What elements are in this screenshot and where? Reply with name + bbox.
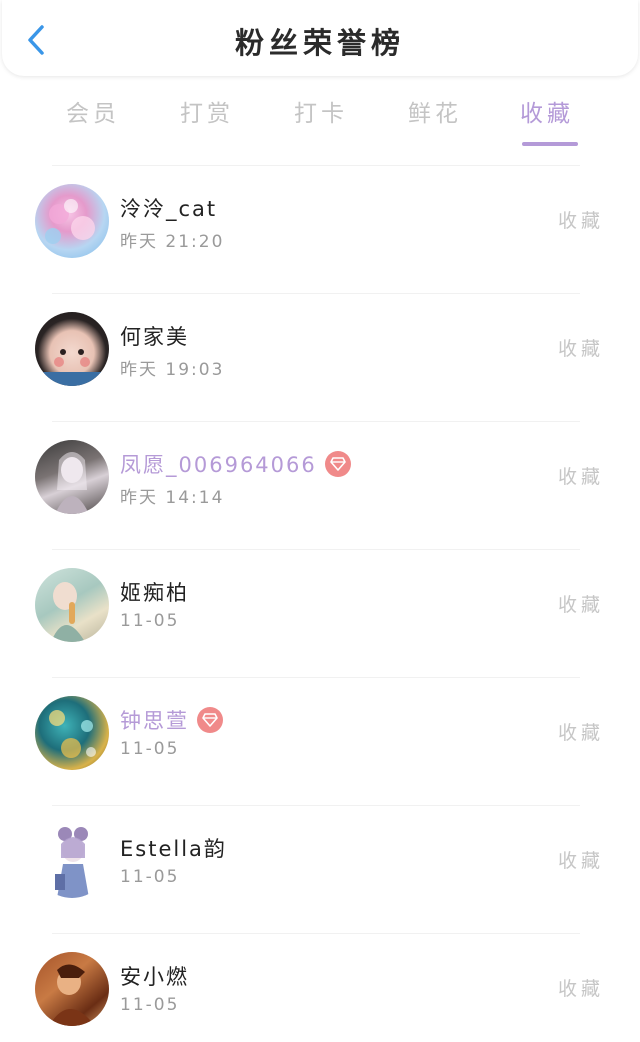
favorite-label: 收藏 [557,850,604,872]
fan-name: 安小燃 [120,965,189,989]
fan-name: 何家美 [120,325,189,349]
favorite-label: 收藏 [557,338,604,360]
favorite-label: 收藏 [557,466,604,488]
avatar[interactable] [35,184,109,258]
fan-row[interactable]: 钟思萱 11-05 收藏 [0,677,640,805]
tab-bar: 会员 打赏 打卡 鲜花 收藏 [0,88,640,148]
diamond-icon [329,457,346,471]
fan-time: 11-05 [120,867,180,887]
favorite-label: 收藏 [557,594,604,616]
fan-name: Estella韵 [120,837,227,861]
fan-time: 昨天 19:03 [120,360,225,380]
fan-row[interactable]: 凤愿_006964066 昨天 14:14 收藏 [0,421,640,549]
avatar[interactable] [35,824,109,898]
favorite-label: 收藏 [557,722,604,744]
active-tab-indicator [522,142,578,146]
tab-label: 打卡 [294,101,348,127]
diamond-icon [202,713,218,727]
fan-row[interactable]: 泠泠_cat 昨天 21:20 收藏 [0,165,640,293]
tab-flowers[interactable]: 鲜花 [390,94,480,142]
tab-checkin[interactable]: 打卡 [276,94,366,142]
fan-name: 凤愿_006964066 [120,453,317,477]
favorite-label: 收藏 [557,210,604,232]
vip-badge [324,451,351,477]
fan-honor-page: 粉丝荣誉榜 会员 打赏 打卡 鲜花 收藏 泠泠_cat 昨天 21:20 收藏 … [0,0,640,1042]
tab-favorites[interactable]: 收藏 [502,94,592,146]
fan-row[interactable]: Estella韵 11-05 收藏 [0,805,640,933]
fan-name: 泠泠_cat [120,197,218,221]
fan-time: 昨天 14:14 [120,488,225,508]
avatar[interactable] [35,312,109,386]
tab-label: 打赏 [180,101,234,127]
fan-row[interactable]: 姬痴柏 11-05 收藏 [0,549,640,677]
favorite-label: 收藏 [557,978,604,1000]
avatar[interactable] [35,568,109,642]
header-bar: 粉丝荣誉榜 [2,0,638,76]
avatar[interactable] [35,696,109,770]
fan-name: 姬痴柏 [120,581,189,605]
fan-row[interactable]: 何家美 昨天 19:03 收藏 [0,293,640,421]
tab-label: 会员 [66,101,120,127]
fan-time: 昨天 21:20 [120,232,225,252]
fan-time: 11-05 [120,611,180,631]
tab-label: 收藏 [520,101,574,127]
tab-label: 鲜花 [408,101,462,127]
fan-row[interactable]: 安小燃 11-05 收藏 [0,933,640,1042]
fan-time: 11-05 [120,739,180,759]
avatar[interactable] [35,952,109,1026]
vip-badge [197,707,223,733]
tab-member[interactable]: 会员 [48,94,138,142]
fan-name: 钟思萱 [120,709,189,733]
avatar[interactable] [35,440,109,514]
fan-time: 11-05 [120,995,180,1015]
tab-reward[interactable]: 打赏 [162,94,252,142]
page-title: 粉丝荣誉榜 [234,26,405,60]
